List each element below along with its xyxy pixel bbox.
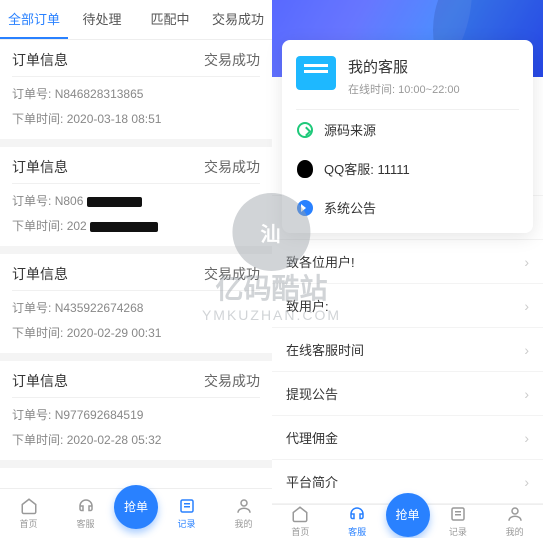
- chat-icon: [296, 56, 336, 90]
- list-icon: [449, 505, 467, 523]
- tab-all-orders[interactable]: 全部订单: [0, 0, 68, 39]
- chevron-right-icon: ›: [524, 254, 529, 270]
- nav-home[interactable]: 首页: [0, 497, 57, 530]
- order-no-label: 订单号: [12, 408, 55, 422]
- list-icon: [178, 497, 196, 515]
- order-status: 交易成功: [204, 264, 260, 284]
- order-card[interactable]: 订单信息 交易成功 订单号N435922674268 下单时间2020-02-2…: [0, 254, 272, 361]
- list-item[interactable]: 在线客服时间›: [272, 328, 543, 372]
- order-time: 2020-02-29 00:31: [67, 326, 162, 340]
- service-title: 我的客服: [348, 56, 460, 77]
- order-list[interactable]: 订单信息 交易成功 订单号N846828313865 下单时间2020-03-1…: [0, 40, 272, 488]
- order-card[interactable]: 订单信息 交易成功 订单号N977692684519 下单时间2020-02-2…: [0, 361, 272, 468]
- tab-matching[interactable]: 匹配中: [136, 0, 204, 39]
- qq-icon: [296, 160, 314, 178]
- user-icon: [235, 497, 253, 515]
- headset-icon: [77, 497, 95, 515]
- nav-profile[interactable]: 我的: [486, 505, 543, 538]
- chevron-right-icon: ›: [524, 342, 529, 358]
- nav-profile[interactable]: 我的: [215, 497, 272, 530]
- order-time: 202: [67, 219, 87, 233]
- order-no-label: 订单号: [12, 87, 55, 101]
- home-icon: [20, 497, 38, 515]
- order-no-label: 订单号: [12, 301, 55, 315]
- order-no: N846828313865: [55, 87, 144, 101]
- nav-records[interactable]: 记录: [430, 505, 487, 538]
- user-icon: [506, 505, 524, 523]
- announcement-icon: [296, 199, 314, 217]
- list-item[interactable]: 提现公告›: [272, 372, 543, 416]
- order-no: N435922674268: [55, 301, 144, 315]
- orders-screen: 全部订单 待处理 匹配中 交易成功 订单信息 交易成功 订单号N84682831…: [0, 0, 272, 538]
- chevron-right-icon: ›: [524, 474, 529, 490]
- order-time-label: 下单时间: [12, 112, 67, 126]
- service-row-qq[interactable]: QQ客服: 11111: [296, 149, 519, 188]
- order-no: N977692684519: [55, 408, 144, 422]
- list-item[interactable]: 致各位用户!›: [272, 240, 543, 284]
- order-time-label: 下单时间: [12, 326, 67, 340]
- order-status: 交易成功: [204, 50, 260, 70]
- chevron-right-icon: ›: [524, 430, 529, 446]
- order-tabs: 全部订单 待处理 匹配中 交易成功: [0, 0, 272, 40]
- service-row-announcement[interactable]: 系统公告: [296, 188, 519, 227]
- service-card-header: 我的客服 在线时间: 10:00~22:00: [296, 56, 519, 110]
- order-no-label: 订单号: [12, 194, 55, 208]
- order-info-label: 订单信息: [12, 264, 68, 284]
- list-item[interactable]: 代理佣金›: [272, 416, 543, 460]
- order-time: 2020-03-18 08:51: [67, 112, 162, 126]
- order-info-label: 订单信息: [12, 50, 68, 70]
- nav-home[interactable]: 首页: [272, 505, 329, 538]
- tab-success[interactable]: 交易成功: [204, 0, 272, 39]
- chevron-right-icon: ›: [524, 386, 529, 402]
- order-info-label: 订单信息: [12, 371, 68, 391]
- nav-fab-grab[interactable]: 抢单: [386, 493, 430, 537]
- redacted-icon: [90, 222, 158, 232]
- nav-service[interactable]: 客服: [329, 505, 386, 538]
- list-item[interactable]: 致用户:›: [272, 284, 543, 328]
- service-card: 我的客服 在线时间: 10:00~22:00 源码来源 QQ客服: 11111 …: [282, 40, 533, 233]
- order-time-label: 下单时间: [12, 219, 67, 233]
- order-time: 2020-02-28 05:32: [67, 433, 162, 447]
- nav-fab-grab[interactable]: 抢单: [114, 485, 158, 529]
- bottom-nav: 首页 客服 抢单 记录 我的: [272, 504, 543, 538]
- order-status: 交易成功: [204, 157, 260, 177]
- source-icon: [296, 121, 314, 139]
- service-hours: 在线时间: 10:00~22:00: [348, 81, 460, 97]
- service-screen: 我的客服 在线时间: 10:00~22:00 源码来源 QQ客服: 11111 …: [272, 0, 543, 538]
- nav-records[interactable]: 记录: [158, 497, 215, 530]
- headset-icon: [348, 505, 366, 523]
- redacted-icon: [87, 197, 142, 207]
- bottom-nav: 首页 客服 抢单 记录 我的: [0, 488, 272, 538]
- home-icon: [291, 505, 309, 523]
- nav-service[interactable]: 客服: [57, 497, 114, 530]
- order-time-label: 下单时间: [12, 433, 67, 447]
- chevron-right-icon: ›: [524, 298, 529, 314]
- order-no: N806: [55, 194, 84, 208]
- order-status: 交易成功: [204, 371, 260, 391]
- tab-pending[interactable]: 待处理: [68, 0, 136, 39]
- order-card[interactable]: 订单信息 交易成功 订单号N846828313865 下单时间2020-03-1…: [0, 40, 272, 147]
- order-info-label: 订单信息: [12, 157, 68, 177]
- service-row-source[interactable]: 源码来源: [296, 110, 519, 149]
- order-card[interactable]: 订单信息 交易成功 订单号N806 下单时间202: [0, 147, 272, 254]
